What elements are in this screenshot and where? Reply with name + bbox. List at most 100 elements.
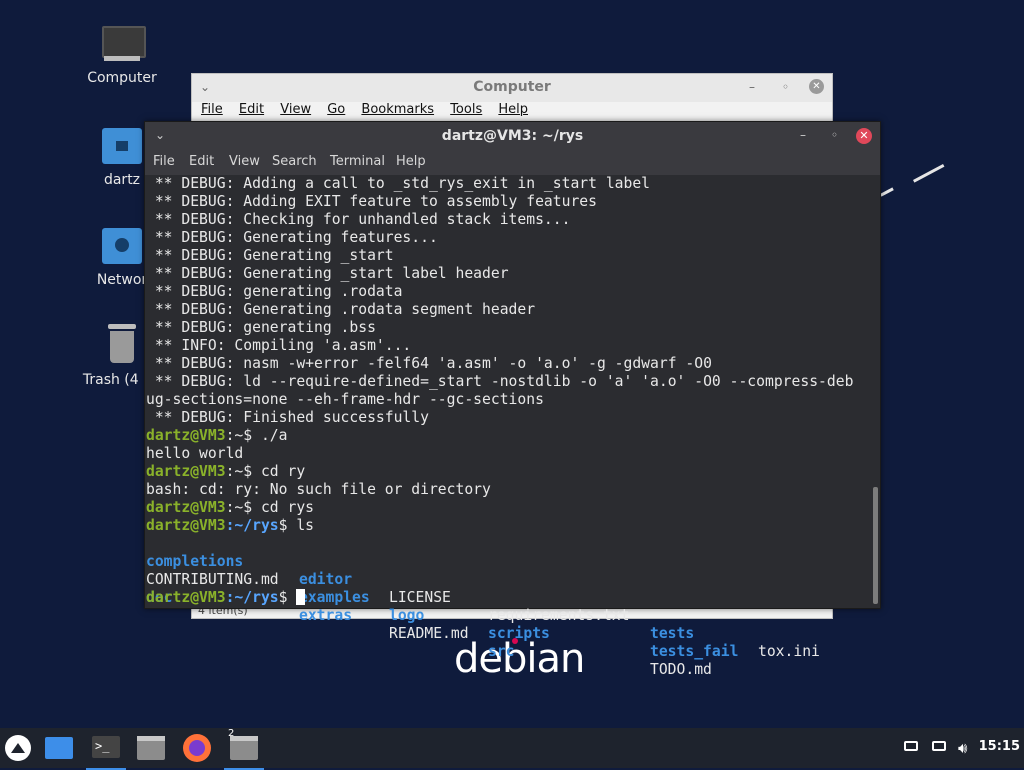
- start-menu-icon: [5, 735, 31, 761]
- terminal-window[interactable]: ⌄ dartz@VM3: ~/rys – ◦ ✕ File Edit View …: [144, 121, 881, 678]
- prompt-user: dartz@VM3: [146, 517, 226, 534]
- prompt-path: :~: [225, 427, 244, 444]
- menu-item-go[interactable]: Go: [327, 102, 345, 117]
- wallpaper-stroke: [880, 187, 894, 197]
- prompt-user: dartz@VM3: [146, 463, 226, 480]
- prompt-path: :~/rys: [225, 589, 279, 606]
- prompt-line: dartz@VM3:~$ cd ry: [146, 463, 305, 481]
- menu-item-tools[interactable]: Tools: [450, 102, 482, 117]
- close-icon[interactable]: ✕: [856, 128, 872, 144]
- menu-item-edit[interactable]: Edit: [239, 102, 264, 117]
- prompt-line: dartz@VM3:~$ cd rys: [146, 499, 314, 517]
- prompt-command: $ cd rys: [243, 499, 315, 516]
- menu-item-bookmarks[interactable]: Bookmarks: [361, 102, 434, 117]
- volume-icon[interactable]: 🔊︎: [958, 728, 978, 768]
- desktop-icon-label: Computer: [87, 70, 157, 86]
- prompt-line: dartz@VM3:~/rys$: [146, 589, 306, 607]
- ls-dir: examples: [299, 589, 370, 606]
- ls-dir: tests_fail: [650, 643, 739, 660]
- ls-file: requirements.txt: [488, 607, 630, 624]
- taskbar-terminal[interactable]: >_: [86, 728, 126, 770]
- terminal-output[interactable]: ** DEBUG: Adding a call to _std_rys_exit…: [145, 175, 875, 678]
- terminal-icon: >_: [92, 736, 120, 758]
- output-line: ** DEBUG: generating .rodata: [146, 283, 403, 300]
- text-cursor: [296, 589, 306, 605]
- prompt-symbol: $: [278, 589, 297, 606]
- taskbar: >_ 2 🔊︎ 15:15: [0, 728, 1024, 770]
- output-line: ** INFO: Compiling 'a.asm'...: [146, 337, 412, 354]
- output-line: ** DEBUG: ld --require-defined=_start -n…: [146, 373, 854, 390]
- prompt-user: dartz@VM3: [146, 589, 226, 606]
- tray-display-icon[interactable]: [930, 728, 950, 768]
- output-line: ug-sections=none --eh-frame-hdr --gc-sec…: [146, 391, 544, 408]
- output-line: ** DEBUG: Generating _start label header: [146, 265, 509, 282]
- ls-file: tox.ini: [758, 643, 820, 660]
- prompt-path: :~/rys: [225, 517, 279, 534]
- output-line: ** DEBUG: Generating _start: [146, 247, 394, 264]
- start-menu-button[interactable]: [3, 728, 35, 768]
- wallpaper-stroke: [913, 164, 945, 183]
- ls-dir: logo: [389, 607, 425, 624]
- clock[interactable]: 15:15: [979, 739, 1020, 754]
- ls-dir: tests: [650, 625, 695, 642]
- trash-icon: [100, 322, 144, 366]
- prompt-path: :~: [225, 499, 244, 516]
- output-line: ** DEBUG: Adding EXIT feature to assembl…: [146, 193, 597, 210]
- close-icon[interactable]: ✕: [809, 79, 824, 94]
- menu-item-view[interactable]: View: [280, 102, 311, 117]
- prompt-user: dartz@VM3: [146, 427, 226, 444]
- menu-item-search[interactable]: Search: [272, 154, 317, 169]
- taskbar-file-manager-group[interactable]: 2: [224, 728, 264, 770]
- menu-item-file[interactable]: File: [201, 102, 223, 117]
- file-manager-titlebar[interactable]: ⌄ Computer – ◦ ✕: [192, 74, 832, 102]
- monitor-icon: [100, 22, 146, 64]
- home-folder-icon: [100, 124, 144, 166]
- desktop-icon-computer[interactable]: Computer: [74, 22, 170, 86]
- menu-item-terminal[interactable]: Terminal: [330, 154, 385, 169]
- network-folder-icon: [100, 224, 144, 266]
- prompt-path: :~: [225, 463, 244, 480]
- window-title: Computer: [473, 79, 551, 95]
- taskbar-file-manager[interactable]: [134, 728, 168, 768]
- ls-dir: scripts: [488, 625, 550, 642]
- menu-item-help[interactable]: Help: [498, 102, 528, 117]
- maximize-icon[interactable]: ◦: [831, 128, 838, 142]
- output-line: ** DEBUG: Generating .rodata segment hea…: [146, 301, 536, 318]
- ls-dir: src: [488, 643, 515, 660]
- prompt-command: $ cd ry: [243, 463, 306, 480]
- output-line: ** DEBUG: Adding a call to _std_rys_exit…: [146, 175, 651, 192]
- output-line: ** DEBUG: nasm -w+error -felf64 'a.asm' …: [146, 355, 712, 372]
- firefox-icon: [183, 734, 211, 762]
- terminal-titlebar[interactable]: ⌄ dartz@VM3: ~/rys – ◦ ✕: [145, 122, 880, 151]
- output-line: ** DEBUG: Checking for unhandled stack i…: [146, 211, 571, 228]
- prompt-command: $ ls: [278, 517, 315, 534]
- tray-network-icon[interactable]: [902, 728, 922, 768]
- file-manager-menubar: File Edit View Go Bookmarks Tools Help: [192, 102, 832, 122]
- menu-item-help[interactable]: Help: [396, 154, 426, 169]
- ls-dir: extras: [299, 607, 353, 624]
- window-title: dartz@VM3: ~/rys: [441, 128, 584, 144]
- ls-dir: editor: [299, 571, 353, 588]
- ls-file: LICENSE: [389, 589, 451, 606]
- output-line: hello world: [146, 445, 244, 462]
- prompt-command: $ ./a: [243, 427, 288, 444]
- minimize-icon[interactable]: –: [800, 128, 806, 142]
- taskbar-firefox[interactable]: [180, 728, 214, 768]
- terminal-scrollbar[interactable]: [873, 487, 878, 604]
- output-line: ** DEBUG: Finished successfully: [146, 409, 429, 426]
- show-desktop-button[interactable]: [42, 728, 76, 768]
- minimize-icon[interactable]: –: [749, 80, 755, 94]
- menu-item-file[interactable]: File: [153, 154, 175, 169]
- output-line: ** DEBUG: Generating features...: [146, 229, 438, 246]
- prompt-line: dartz@VM3:~/rys$ ls: [146, 517, 314, 535]
- terminal-menubar: File Edit View Search Terminal Help: [145, 151, 880, 175]
- menu-item-edit[interactable]: Edit: [189, 154, 214, 169]
- maximize-icon[interactable]: ◦: [782, 80, 789, 94]
- output-line: bash: cd: ry: No such file or directory: [146, 481, 491, 498]
- ls-file: README.md: [389, 625, 469, 642]
- prompt-line: dartz@VM3:~$ ./a: [146, 427, 288, 445]
- desktop-icon: [45, 737, 73, 759]
- ls-file: TODO.md: [650, 661, 712, 678]
- menu-item-view[interactable]: View: [229, 154, 260, 169]
- output-line: ** DEBUG: generating .bss: [146, 319, 376, 336]
